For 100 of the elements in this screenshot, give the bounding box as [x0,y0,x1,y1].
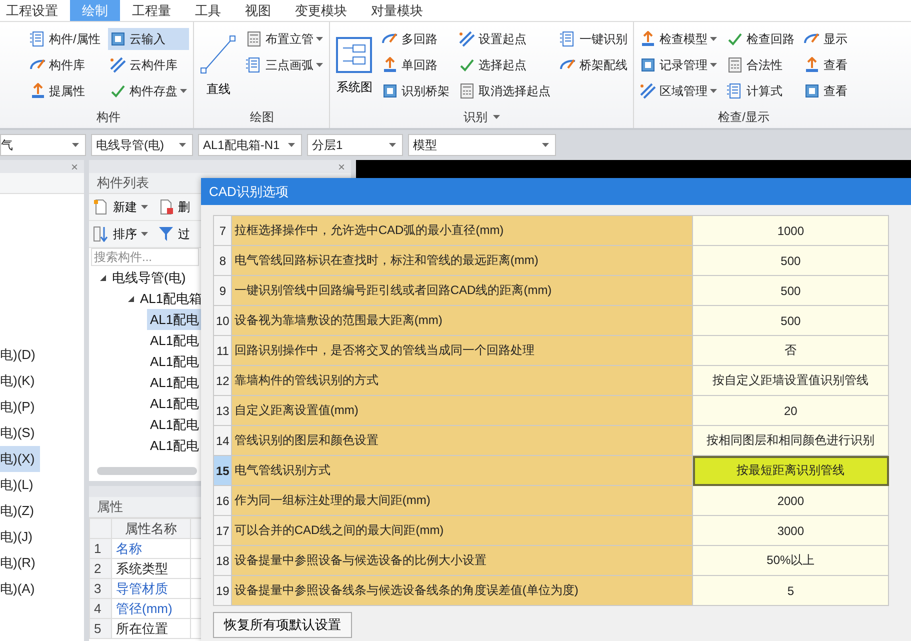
ribbon-button[interactable]: 区域管理 [638,80,720,102]
ribbon-button[interactable]: 检查回路 [725,28,796,50]
tree-item[interactable]: AL1配电 [147,414,202,435]
option-value[interactable]: 2000 [692,486,888,516]
ribbon-button[interactable]: 桥架配线 [558,54,630,76]
ribbon-button[interactable]: 一键识别 [558,28,630,50]
list-item[interactable]: 电)(S) [0,420,40,446]
option-value[interactable]: 5 [692,576,888,606]
menu-tab[interactable]: 变更模块 [283,0,359,21]
list-item[interactable]: 电)(X) [0,446,40,472]
toolbar-button[interactable]: 过 [158,226,190,242]
list-icon [727,83,744,99]
tree-item[interactable]: AL1配电 [147,330,202,351]
ribbon-button[interactable]: 计算式 [725,80,796,102]
ribbon-button[interactable]: 三点画弧 [244,54,326,76]
reset-button[interactable]: 恢复所有项默认设置 [213,612,352,638]
option-value[interactable]: 20 [692,396,888,426]
option-value[interactable]: 1000 [692,216,888,246]
column-header: 属性名称 [112,518,190,538]
row-number[interactable]: 18 [214,546,232,576]
row-number[interactable]: 13 [214,396,232,426]
dropdown[interactable]: 气 [0,134,86,156]
ribbon-button[interactable]: 记录管理 [638,54,720,76]
ribbon-button[interactable]: 构件/属性 [28,28,102,50]
menu-tab[interactable]: 工程设置 [0,0,70,21]
tree-item[interactable]: AL1配电 [147,309,202,330]
row-number[interactable]: 12 [214,366,232,396]
toolbar-button[interactable]: 排序 [93,226,148,242]
list-item[interactable]: 电)(R) [0,550,40,576]
menu-tab[interactable]: 对量模块 [359,0,435,21]
row-number[interactable]: 7 [214,216,232,246]
ribbon-button[interactable]: 取消选择起点 [457,80,552,102]
menu-tab[interactable]: 视图 [233,0,283,21]
list-item[interactable]: 电)(A) [0,576,40,602]
dropdown[interactable]: 电线导管(电) [91,134,193,156]
option-value[interactable]: 3000 [692,516,888,546]
menu-tab[interactable]: 工程量 [120,0,183,21]
ribbon-button[interactable]: 提属性 [28,80,102,102]
ribbon-button[interactable]: 多回路 [380,28,452,50]
tree-item[interactable]: AL1配电 [147,393,202,414]
toolbar-button[interactable]: 新建 [93,198,148,216]
ribbon-button[interactable]: 系统图 [334,28,374,104]
ribbon-button[interactable]: 云构件库 [108,54,190,76]
list-item[interactable]: 电)(Z) [0,498,40,524]
row-number[interactable]: 9 [214,276,232,306]
dropdown[interactable]: AL1配电箱-N1 [198,134,302,156]
menu-tab[interactable]: 工具 [183,0,233,21]
expanded-icon[interactable] [100,274,106,280]
row-number[interactable]: 19 [214,576,232,606]
ribbon-button[interactable]: 布置立管 [244,28,326,50]
ribbon-button[interactable]: 合法性 [725,54,796,76]
ribbon-button[interactable]: 识别桥架 [380,80,452,102]
caret-icon [710,89,718,93]
ribbon-button[interactable]: 构件存盘 [108,80,190,102]
toolbar-button[interactable]: 删 [158,198,190,216]
list-item[interactable]: 电)(D) [0,342,40,368]
list-item[interactable]: 电)(K) [0,368,40,394]
close-button[interactable]: × [70,160,78,172]
dropdown[interactable]: 分层1 [307,134,403,156]
row-number[interactable]: 15 [214,456,232,486]
ribbon-button[interactable]: 直线 [198,28,238,104]
row-number[interactable]: 8 [214,246,232,276]
ribbon-button[interactable]: 设置起点 [457,28,552,50]
expanded-icon[interactable] [128,296,134,302]
ribbon-button[interactable]: 单回路 [380,54,452,76]
caret-icon [141,205,148,209]
ribbon-button[interactable]: 查看 [802,54,850,76]
option-label: 回路识别操作中，是否将交叉的管线当成同一个回路处理 [232,336,693,366]
option-value[interactable]: 按相同图层和相同颜色进行识别 [692,426,888,456]
ribbon-button[interactable]: 检查模型 [638,28,720,50]
ribbon-button[interactable]: 云输入 [108,28,190,50]
list-item[interactable]: 电)(J) [0,524,40,550]
row-number[interactable]: 17 [214,516,232,546]
row-number[interactable]: 10 [214,306,232,336]
option-value[interactable]: 50%以上 [692,546,888,576]
dropdown[interactable]: 模型 [408,134,556,156]
tree-item[interactable]: AL1配电 [147,351,202,372]
ribbon-button[interactable]: 显示 [802,28,850,50]
check-icon [110,83,126,99]
tree-item[interactable]: AL1配电 [147,435,202,456]
option-value[interactable]: 500 [692,246,888,276]
list-item[interactable]: 电)(P) [0,394,40,420]
row-number[interactable]: 14 [214,426,232,456]
ribbon-button[interactable]: 选择起点 [457,54,552,76]
option-value[interactable]: 按最短距离识别管线 [692,456,888,486]
row-number[interactable]: 16 [214,486,232,516]
option-value[interactable]: 500 [692,276,888,306]
ribbon-button[interactable]: 构件库 [28,54,102,76]
scrollbar[interactable] [97,467,197,475]
tree-item[interactable]: 电线导管(电) [97,267,189,288]
option-value[interactable]: 否 [692,336,888,366]
tree-item[interactable]: AL1配电箱 [125,288,206,309]
row-number[interactable]: 11 [214,336,232,366]
search-field[interactable]: 搜索构件... [91,248,199,266]
list-item[interactable]: 电)(L) [0,472,40,498]
close-button[interactable]: × [338,160,345,172]
tree-item[interactable]: AL1配电 [147,372,202,393]
option-value[interactable]: 按自定义距墙设置值识别管线 [692,366,888,396]
option-value[interactable]: 500 [692,306,888,336]
ribbon-button[interactable]: 查看 [802,80,850,102]
